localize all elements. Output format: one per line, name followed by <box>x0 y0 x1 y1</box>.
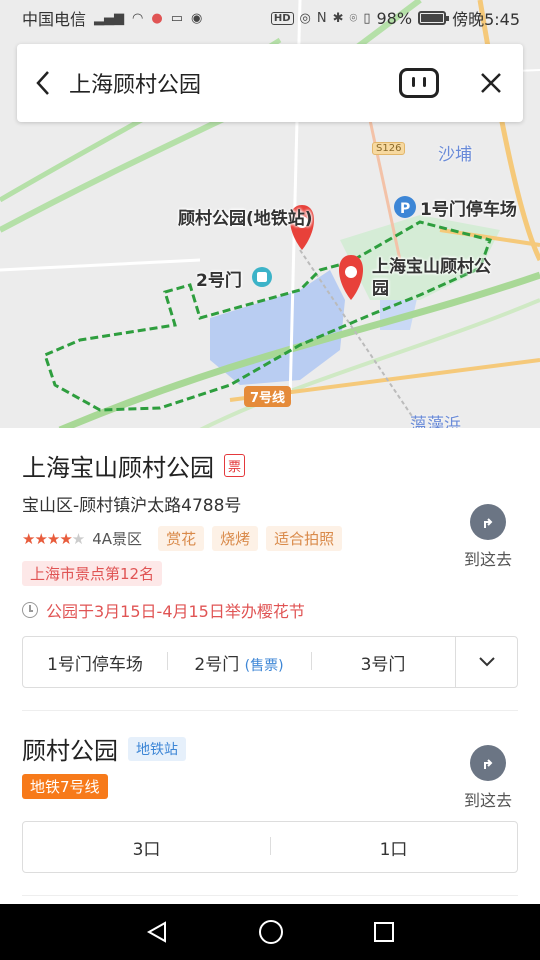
close-icon <box>481 73 501 93</box>
park-label: 上海宝山顾村公园 <box>372 257 491 299</box>
entrance-sub-label: (售票) <box>244 657 284 674</box>
clock-icon <box>22 602 38 618</box>
exit-label: 1口 <box>379 839 408 860</box>
location-icon: ⌾ <box>349 10 358 26</box>
nav-home-icon[interactable] <box>258 919 284 945</box>
battery-percent: 98% <box>376 8 413 28</box>
metro-line-tag: 地铁7号线 <box>22 774 108 799</box>
result-title[interactable]: 顾村公园 <box>22 731 118 766</box>
notification-icon: ● <box>151 10 163 26</box>
eye-icon: ◎ <box>299 10 311 26</box>
chevron-down-icon <box>478 657 495 667</box>
card-icon: ▭ <box>170 10 183 26</box>
entrance-parking[interactable]: 1号门停车场 <box>23 650 167 675</box>
results-panel[interactable]: 上海宝山顾村公园 票 宝山区-顾村镇沪太路4788号 ★★★★★ 4A景区 赏花… <box>0 428 540 904</box>
tag-bbq: 烧烤 <box>212 526 259 551</box>
back-button[interactable] <box>17 44 69 122</box>
result-card-metro[interactable]: 顾村公园 地铁站 地铁7号线 到这去 3口 1口 <box>0 711 540 873</box>
divider <box>22 895 518 896</box>
system-nav-bar <box>0 904 540 960</box>
tag-photo: 适合拍照 <box>266 526 343 551</box>
entrance-list: 1号门停车场 2号门 (售票) 3号门 <box>22 636 518 688</box>
svg-text:P: P <box>400 201 410 217</box>
clock: 傍晚5:45 <box>452 10 520 29</box>
exit-label: 3口 <box>132 839 161 860</box>
search-bar: 上海顾村公园 <box>17 44 523 122</box>
route-arrow-icon <box>470 745 506 781</box>
voice-assistant-icon[interactable] <box>399 68 439 98</box>
bluetooth-icon: ✱ <box>332 10 344 26</box>
goto-label: 到这去 <box>463 550 512 569</box>
search-input[interactable]: 上海顾村公园 <box>69 67 399 99</box>
goto-label: 到这去 <box>463 791 512 810</box>
exit-list: 3口 1口 <box>22 821 518 873</box>
tag-flowers: 赏花 <box>158 526 205 551</box>
park-pin[interactable] <box>339 255 363 300</box>
entrance-label: 3号门 <box>360 654 406 675</box>
metro-line-badge: 7号线 <box>244 386 292 407</box>
route-arrow-icon <box>470 504 506 540</box>
chat-icon: ◉ <box>191 10 203 26</box>
rank-tag: 上海市景点第12名 <box>22 561 163 586</box>
exit-1[interactable]: 1口 <box>270 835 517 860</box>
rating-stars: ★★★★★ <box>22 529 85 548</box>
road-badge: S126 <box>372 142 406 155</box>
status-bar: 中国电信 ▂▄▆ ◠ ● ▭ ◉ HD ◎ N ✱ ⌾ ▯ 98% 傍晚5:45 <box>0 0 540 36</box>
carrier-label: 中国电信 <box>22 10 87 29</box>
entrance-label: 2号门 <box>194 654 240 675</box>
signal-icon: ▂▄▆ <box>94 10 125 26</box>
hd-icon: HD <box>270 11 294 25</box>
expand-entrances-button[interactable] <box>455 637 517 687</box>
vibrate-icon: ▯ <box>363 10 371 26</box>
entrance-gate3[interactable]: 3号门 <box>311 650 455 675</box>
metro-type-tag: 地铁站 <box>128 736 186 761</box>
close-button[interactable] <box>467 44 515 122</box>
entrance-gate2[interactable]: 2号门 (售票) <box>167 650 311 675</box>
ticket-badge: 票 <box>224 454 246 477</box>
chevron-left-icon <box>36 71 49 95</box>
parking-marker[interactable]: P <box>394 196 416 218</box>
water-label-south: 薀藻浜 <box>410 415 461 428</box>
scenic-level: 4A景区 <box>92 530 143 548</box>
battery-icon <box>418 11 450 25</box>
result-address: 宝山区-顾村镇沪太路4788号 <box>22 496 242 516</box>
nav-back-icon[interactable] <box>145 920 169 944</box>
goto-button[interactable]: 到这去 <box>458 504 518 570</box>
event-notice: 公园于3月15日-4月15日举办樱花节 <box>46 602 305 621</box>
nav-recents-icon[interactable] <box>373 921 395 943</box>
parking-label: 1号门停车场 <box>420 200 517 220</box>
wifi-icon: ◠ <box>132 10 144 26</box>
water-label-shapu: 沙埔 <box>438 145 472 165</box>
metro-station-label: 顾村公园(地铁站) <box>178 209 313 229</box>
result-title[interactable]: 上海宝山顾村公园 <box>22 448 214 483</box>
gate2-label: 2号门 <box>196 271 242 291</box>
exit-3[interactable]: 3口 <box>23 835 270 860</box>
entrance-label: 1号门停车场 <box>47 654 143 675</box>
gate2-marker[interactable] <box>252 267 272 287</box>
nfc-icon: N <box>316 10 327 26</box>
result-card-park[interactable]: 上海宝山顾村公园 票 宝山区-顾村镇沪太路4788号 ★★★★★ 4A景区 赏花… <box>0 428 540 688</box>
goto-button[interactable]: 到这去 <box>458 745 518 811</box>
